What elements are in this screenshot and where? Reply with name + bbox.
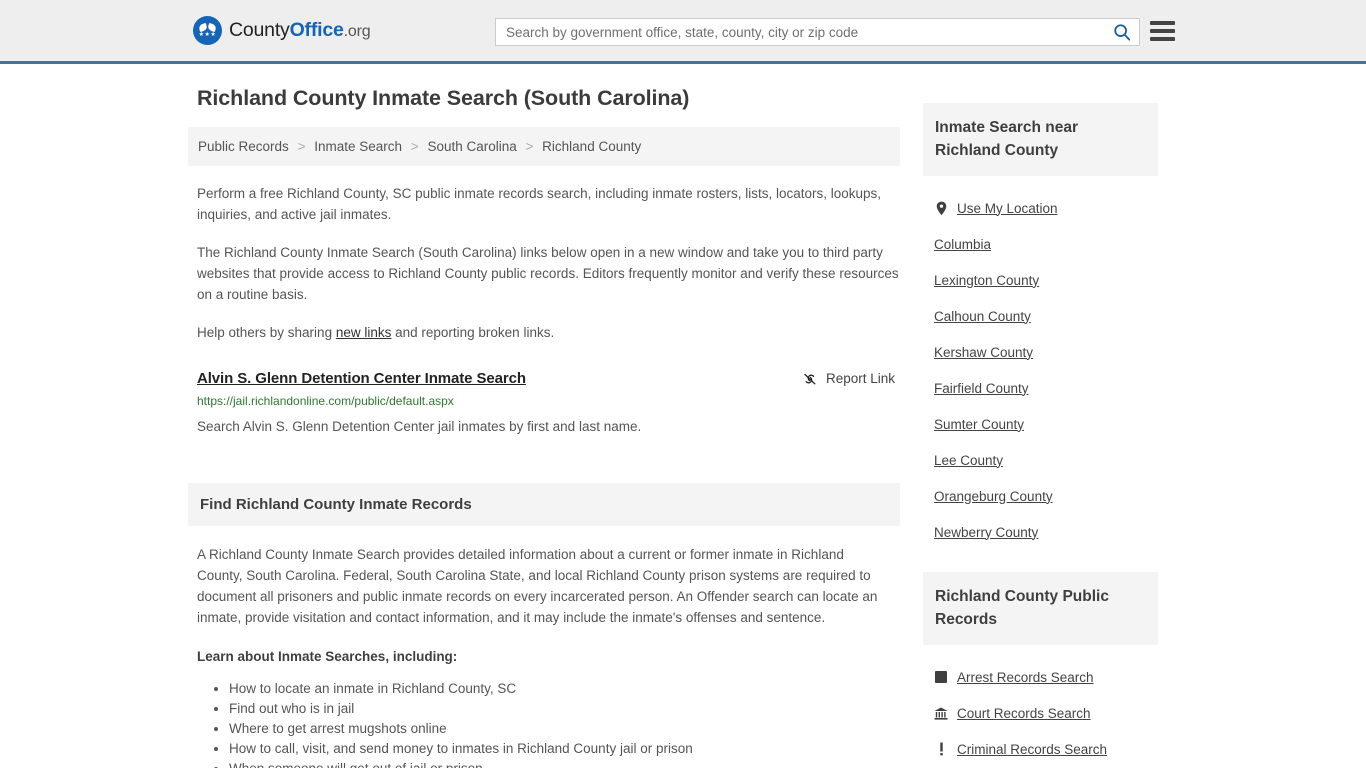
share-prefix: Help others by sharing <box>197 325 336 340</box>
result-url: https://jail.richlandonline.com/public/d… <box>197 394 454 408</box>
breadcrumb-separator: > <box>297 139 306 154</box>
main-content: Richland County Inmate Search (South Car… <box>188 86 900 768</box>
sidebar-card-nearby: Inmate Search near Richland County Use M… <box>923 103 1158 550</box>
brand-wordmark: CountyOffice.org <box>229 19 371 42</box>
breadcrumb-item-public-records[interactable]: Public Records <box>198 139 289 154</box>
breadcrumb-separator: > <box>410 139 419 154</box>
breadcrumb: Public Records > Inmate Search > South C… <box>188 127 900 166</box>
sidebar-item-criminal-records-search[interactable]: Criminal Records Search <box>923 731 1158 767</box>
sidebar-item-label[interactable]: Newberry County <box>934 525 1038 540</box>
intro-text: Perform a free Richland County, SC publi… <box>188 183 900 343</box>
sidebar-item-kershaw-county[interactable]: Kershaw County <box>923 334 1158 370</box>
sidebar-item-label[interactable]: Arrest Records Search <box>957 670 1094 685</box>
hamburger-bar-1 <box>1150 21 1175 25</box>
intro-paragraph-2: The Richland County Inmate Search (South… <box>197 245 899 302</box>
section-body: A Richland County Inmate Search provides… <box>188 526 900 768</box>
logo-stars: ★★★ <box>198 32 217 38</box>
sidebar-item-label[interactable]: Criminal Records Search <box>957 742 1107 757</box>
brand-part-org: .org <box>343 23 371 40</box>
result-description: Search Alvin S. Glenn Detention Center j… <box>197 419 642 434</box>
sidebar-item-sumter-county[interactable]: Sumter County <box>923 406 1158 442</box>
sidebar-item-label[interactable]: Orangeburg County <box>934 489 1053 504</box>
section-heading: Find Richland County Inmate Records <box>188 483 900 526</box>
share-paragraph: Help others by sharing new links and rep… <box>197 322 900 343</box>
sidebar-public-records-heading: Richland County Public Records <box>923 572 1158 645</box>
search-icon <box>1114 24 1131 41</box>
sidebar-item-fairfield-county[interactable]: Fairfield County <box>923 370 1158 406</box>
search-button[interactable] <box>1105 19 1139 45</box>
sidebar-item-label[interactable]: Fairfield County <box>934 381 1029 396</box>
site-header: ★★★ CountyOffice.org <box>0 0 1366 64</box>
breadcrumb-item-inmate-search[interactable]: Inmate Search <box>314 139 402 154</box>
sidebar-item-arrest-records-search[interactable]: Arrest Records Search <box>923 659 1158 695</box>
sidebar-item-label[interactable]: Calhoun County <box>934 309 1031 324</box>
result-item: Alvin S. Glenn Detention Center Inmate S… <box>197 370 900 437</box>
sidebar: Inmate Search near Richland County Use M… <box>923 86 1158 768</box>
site-logo-link[interactable]: ★★★ CountyOffice.org <box>193 16 371 45</box>
new-links-link[interactable]: new links <box>336 325 392 340</box>
list-item: Find out who is in jail <box>229 699 888 719</box>
hamburger-bar-2 <box>1150 29 1175 33</box>
sidebar-public-records-list: Arrest Records Search Court Records Sear… <box>923 645 1158 768</box>
exclamation-icon <box>934 742 948 756</box>
search-bar <box>495 18 1140 46</box>
sidebar-item-use-my-location[interactable]: Use My Location <box>923 190 1158 226</box>
breadcrumb-separator: > <box>525 139 534 154</box>
section-list: How to locate an inmate in Richland Coun… <box>211 679 888 768</box>
sidebar-nearby-list: Use My Location Columbia Lexington Count… <box>923 176 1158 550</box>
breadcrumb-item-richland-county[interactable]: Richland County <box>542 139 641 154</box>
page-body: Richland County Inmate Search (South Car… <box>0 64 1366 768</box>
sidebar-item-label[interactable]: Kershaw County <box>934 345 1033 360</box>
report-link-label: Report Link <box>825 371 895 386</box>
find-records-section: Find Richland County Inmate Records A Ri… <box>188 483 900 768</box>
breadcrumb-item-south-carolina[interactable]: South Carolina <box>427 139 516 154</box>
sidebar-item-label[interactable]: Columbia <box>934 237 991 252</box>
sidebar-item-label[interactable]: Court Records Search <box>957 706 1091 721</box>
map-pin-icon <box>934 201 948 216</box>
county-office-logo-icon: ★★★ <box>193 16 222 45</box>
courthouse-icon <box>934 707 948 720</box>
result-title-link[interactable]: Alvin S. Glenn Detention Center Inmate S… <box>197 370 526 387</box>
sidebar-nearby-heading: Inmate Search near Richland County <box>923 103 1158 176</box>
hamburger-menu-button[interactable] <box>1150 19 1175 43</box>
sidebar-card-public-records: Richland County Public Records Arrest Re… <box>923 572 1158 768</box>
hamburger-bar-3 <box>1150 37 1175 41</box>
list-item: When someone will get out of jail or pri… <box>229 759 888 768</box>
list-item: How to call, visit, and send money to in… <box>229 739 888 759</box>
sidebar-item-calhoun-county[interactable]: Calhoun County <box>923 298 1158 334</box>
sidebar-item-lee-county[interactable]: Lee County <box>923 442 1158 478</box>
sidebar-item-label[interactable]: Lexington County <box>934 273 1039 288</box>
sidebar-item-newberry-county[interactable]: Newberry County <box>923 514 1158 550</box>
sidebar-item-label[interactable]: Lee County <box>934 453 1003 468</box>
sidebar-item-court-records-search[interactable]: Court Records Search <box>923 695 1158 731</box>
sidebar-item-label[interactable]: Use My Location <box>957 201 1058 216</box>
sidebar-item-lexington-county[interactable]: Lexington County <box>923 262 1158 298</box>
sidebar-item-columbia[interactable]: Columbia <box>923 226 1158 262</box>
brand-part-office: Office <box>289 19 344 41</box>
broken-link-icon <box>804 373 816 384</box>
sidebar-item-label[interactable]: Sumter County <box>934 417 1024 432</box>
section-paragraph: A Richland County Inmate Search provides… <box>197 547 878 625</box>
section-list-intro: Learn about Inmate Searches, including: <box>197 649 458 664</box>
share-suffix: and reporting broken links. <box>391 325 555 340</box>
page-title: Richland County Inmate Search (South Car… <box>197 86 690 110</box>
fingerprint-square-icon <box>934 671 948 683</box>
list-item: Where to get arrest mugshots online <box>229 719 888 739</box>
intro-paragraph-1: Perform a free Richland County, SC publi… <box>197 186 882 222</box>
result-header-row: Alvin S. Glenn Detention Center Inmate S… <box>197 370 900 387</box>
sidebar-item-orangeburg-county[interactable]: Orangeburg County <box>923 478 1158 514</box>
search-input[interactable] <box>496 19 1105 45</box>
report-link-button[interactable]: Report Link <box>802 371 895 387</box>
brand-part-county: County <box>229 19 290 41</box>
list-item: How to locate an inmate in Richland Coun… <box>229 679 888 699</box>
